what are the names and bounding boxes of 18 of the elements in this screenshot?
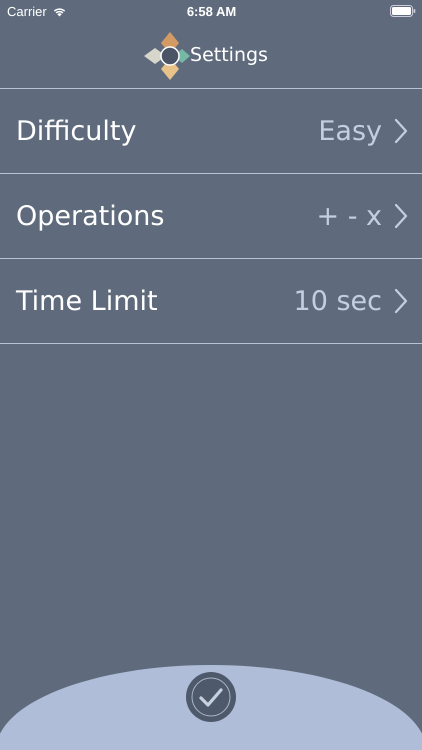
battery-icon	[390, 5, 416, 17]
settings-row[interactable]: Difficulty Easy	[0, 89, 422, 174]
setting-value: + - x	[316, 200, 382, 232]
setting-label: Time Limit	[16, 286, 159, 316]
chevron-icon	[394, 288, 408, 314]
setting-value: 10 sec	[294, 286, 382, 316]
carrier-label: Carrier	[7, 4, 47, 18]
setting-label: Operations	[16, 200, 166, 232]
setting-value: Easy	[318, 116, 382, 146]
status-time: 6:58 AM	[186, 4, 236, 18]
wifi-icon	[52, 6, 67, 16]
chevron-icon	[394, 118, 408, 144]
settings-row[interactable]: Time Limit 10 sec	[0, 259, 422, 344]
settings-row[interactable]: Operations + - x	[0, 174, 422, 259]
screen-title: Settings	[190, 44, 268, 66]
confirm-button[interactable]	[186, 672, 236, 722]
chevron-icon	[394, 203, 408, 229]
setting-label: Difficulty	[16, 116, 138, 146]
